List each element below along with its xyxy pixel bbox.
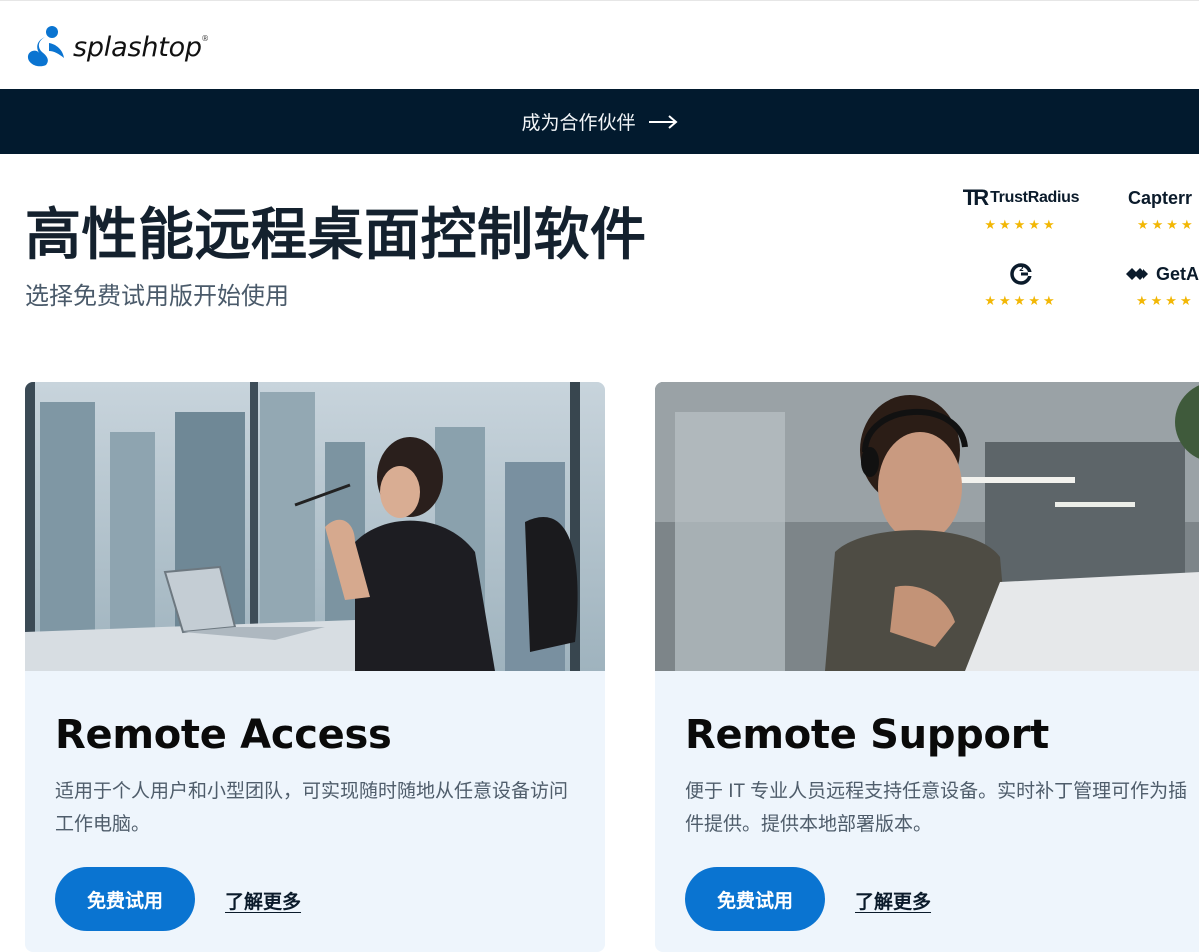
card-remote-support: Remote Support 便于 IT 专业人员远程支持任意设备。实时补丁管理… [655,382,1199,952]
card-remote-access: Remote Access 适用于个人用户和小型团队，可实现随时随地从任意设备访… [25,382,605,952]
splashtop-logo[interactable]: splashtop ® [25,25,209,67]
rating-capterra: Capterr ★★★★ [1128,185,1196,233]
arrow-right-icon[interactable] [648,114,678,129]
learn-more-link[interactable]: 了解更多 [225,887,301,914]
rating-trustradius: TR TrustRadius ★★★★★ [960,185,1082,233]
getapp-logo: GetA [1124,261,1199,287]
woman-at-laptop-photo [25,382,605,671]
logo-wordmark: splashtop ® [73,31,209,63]
card-description: 便于 IT 专业人员远程支持任意设备。实时补丁管理可作为插件提供。提供本地部署版… [685,781,1188,835]
trustradius-logo: TR TrustRadius [962,185,1080,210]
rating-getapp: GetA ★★★★ [1124,261,1199,309]
getapp-icon [1126,268,1148,280]
card-description: 适用于个人用户和小型团队，可实现随时随地从任意设备访问工作电脑。 [55,781,569,835]
man-with-headset-photo [655,382,1199,671]
rating-stars: ★★★★ [1136,293,1195,308]
partner-banner: 成为合作伙伴 [0,89,1199,154]
g2-logo: 2 [1010,261,1032,287]
page-subtitle: 选择免费试用版开始使用 [25,283,289,310]
site-header: splashtop ® [0,0,1199,90]
rating-g2: 2 ★★★★★ [960,261,1082,309]
rating-stars: ★★★★★ [984,293,1058,308]
free-trial-button[interactable]: 免费试用 [685,867,825,931]
rating-stars: ★★★★★ [984,217,1058,232]
trustradius-mark-icon: TR [962,185,989,210]
learn-more-link[interactable]: 了解更多 [855,887,931,914]
splashtop-logo-icon [27,26,64,67]
card-title: Remote Support [685,712,1049,758]
become-partner-link[interactable]: 成为合作伙伴 [521,108,635,135]
svg-text:2: 2 [1019,265,1024,273]
card-title: Remote Access [55,712,392,758]
capterra-logo: Capterr [1128,187,1193,208]
free-trial-button[interactable]: 免费试用 [55,867,195,931]
rating-stars: ★★★★ [1137,217,1196,232]
page-title: 高性能远程桌面控制软件 [25,203,647,268]
g2-icon: 2 [1010,263,1032,285]
